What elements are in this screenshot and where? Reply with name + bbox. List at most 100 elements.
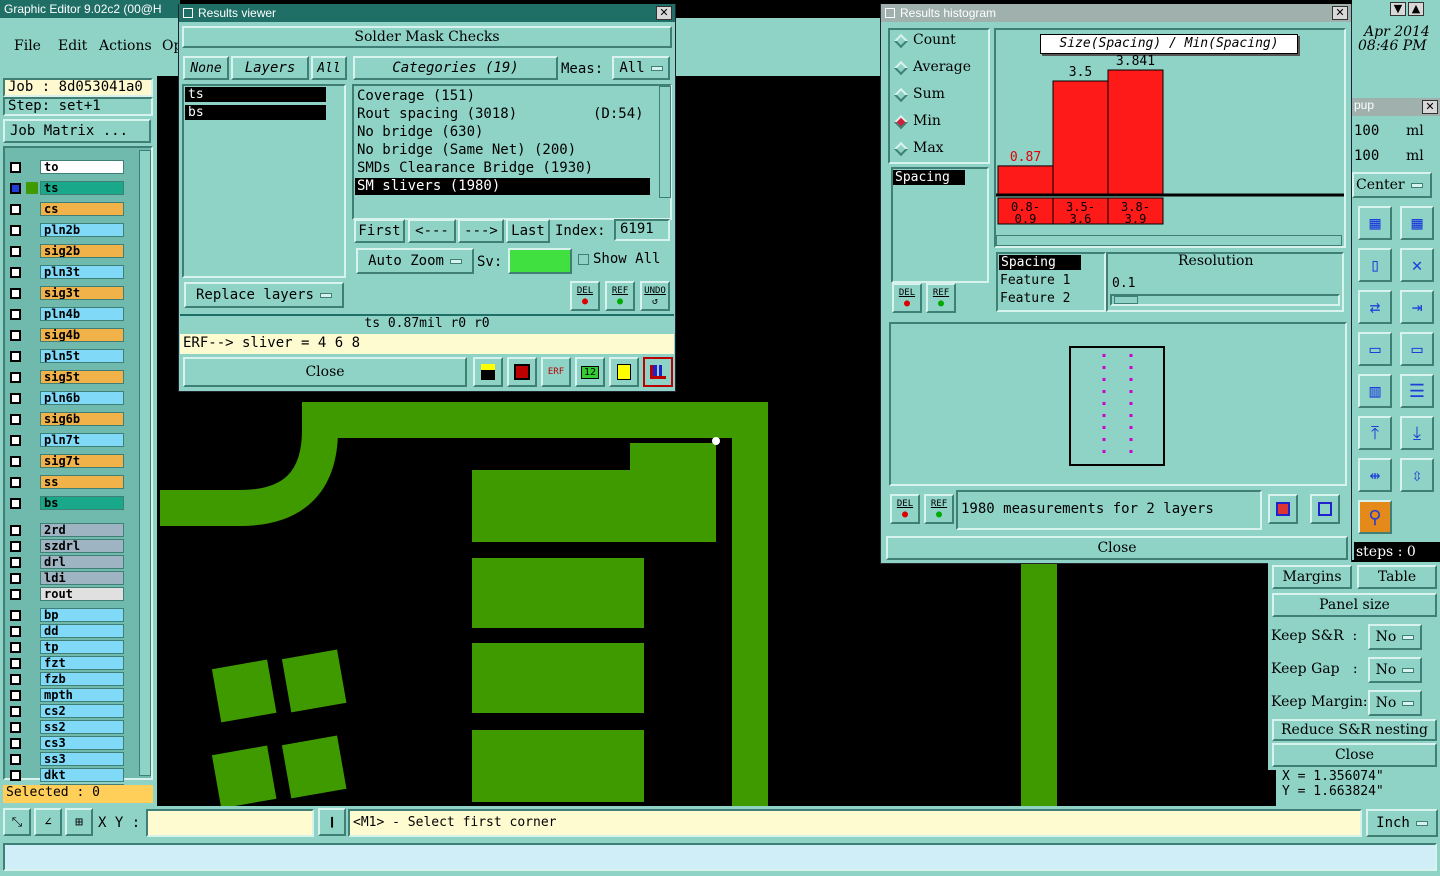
feature-2[interactable]: Feature 2 [1000,291,1070,306]
layer-item[interactable]: ss2 [40,720,124,734]
swap-icon[interactable]: ⇄ [1358,290,1392,324]
units-dropdown[interactable]: Inch [1366,809,1438,837]
layer-item[interactable]: szdrl [40,539,124,553]
histogram-close-icon[interactable]: ✕ [1332,6,1348,20]
histogram-bar[interactable] [997,165,1054,195]
layer-checkbox[interactable] [10,754,21,765]
layer-item[interactable]: cs3 [40,736,124,750]
layers-button[interactable]: Layers [231,56,309,80]
layer-item[interactable]: drl [40,555,124,569]
layer-checkbox[interactable] [10,525,21,536]
results-close-button[interactable]: Close [183,357,467,387]
layer-checkbox[interactable] [10,204,21,215]
array-a-icon[interactable]: ▭ [1358,332,1392,366]
keep-sr-dropdown[interactable]: No [1368,624,1422,650]
array-c-icon[interactable]: ▥ [1358,374,1392,408]
array-d-icon[interactable]: ☰ [1400,374,1434,408]
zoom-from-icon[interactable] [1310,494,1340,524]
layer-checkbox[interactable] [10,330,21,341]
category-item[interactable]: Coverage (151) [355,88,650,105]
layer-item[interactable]: sig4b [40,328,124,342]
categories-button[interactable]: Categories (19) [353,56,558,80]
histogram-icon[interactable] [643,357,673,387]
layer-item[interactable]: pln7t [40,433,124,447]
layer-item[interactable]: bp [40,608,124,622]
results-viewer-close-icon[interactable]: ✕ [656,6,672,20]
layer-item[interactable]: cs2 [40,704,124,718]
layer-item[interactable]: ss [40,475,124,489]
layers-none-button[interactable]: None [183,56,229,80]
layer-checkbox[interactable] [10,456,21,467]
layer-checkbox[interactable] [10,642,21,653]
first-button[interactable]: First [354,219,405,243]
layer-item[interactable]: pln4b [40,307,124,321]
category-item[interactable]: SM slivers (1980) [355,178,650,195]
margins-button[interactable]: Margins [1272,565,1352,589]
layer-item[interactable]: sig6b [40,412,124,426]
layer-item[interactable]: pln5t [40,349,124,363]
popup-close-icon[interactable]: ✕ [1422,100,1438,114]
preview-del-icon[interactable]: DEL ● [890,494,920,524]
layers-all-button[interactable]: All [311,56,347,80]
histogram-chart[interactable]: 0.870.8-0.93.53.5-3.63.8413.8-3.9 [996,30,1344,230]
undo-icon[interactable]: UNDO ↺ [640,281,670,311]
layer-item[interactable]: fzt [40,656,124,670]
layer-checkbox[interactable] [10,738,21,749]
category-item[interactable]: SMDs Clearance Bridge (1930) [355,160,650,177]
layer-checkbox[interactable] [10,722,21,733]
grid-large-icon[interactable]: ▦ [1400,206,1434,240]
layer-item[interactable]: sig3t [40,286,124,300]
preview-ref-icon[interactable]: REF ● [924,494,954,524]
layer-item[interactable]: sig7t [40,454,124,468]
grid-small-icon[interactable]: ▦ [1358,206,1392,240]
layer-checkbox[interactable] [10,162,21,173]
bar-highlight-icon[interactable] [473,357,503,387]
grid-icon[interactable]: ⊞ [65,808,93,836]
del-icon[interactable]: DEL ● [570,281,600,311]
menu-edit[interactable]: Edit [58,38,87,54]
layer-checkbox[interactable] [10,414,21,425]
layer-checkbox[interactable] [10,541,21,552]
layer-checkbox[interactable] [10,557,21,568]
layer-checkbox[interactable] [10,690,21,701]
show-all-checkbox[interactable] [578,254,589,265]
info-icon[interactable]: ❙ [318,808,346,836]
window-controls[interactable]: ▼ ▲ [1390,2,1438,16]
panel-size-button[interactable]: Panel size [1272,593,1437,617]
layer-checkbox[interactable] [10,477,21,488]
menu-file[interactable]: File [14,38,41,54]
layer-checkbox[interactable] [10,498,21,509]
layer-checkbox[interactable] [10,246,21,257]
number-icon[interactable]: 12 [575,357,605,387]
histogram-list-item[interactable]: Spacing [893,170,965,185]
layer-item[interactable]: 2rd [40,523,124,537]
resolution-slider[interactable] [1110,294,1340,306]
step-repeat-close-button[interactable]: Close [1272,743,1437,767]
layer-checkbox[interactable] [10,610,21,621]
layer-item[interactable]: ldi [40,571,124,585]
layer-checkbox[interactable] [10,770,21,781]
histogram-close-button[interactable]: Close [886,536,1348,560]
layer-item[interactable]: mpth [40,688,124,702]
layer-checkbox[interactable] [10,309,21,320]
feature-spacing[interactable]: Spacing [999,255,1081,270]
layer-item[interactable]: fzb [40,672,124,686]
hist-del-icon[interactable]: DEL ● [892,283,922,313]
layer-item[interactable]: tp [40,640,124,654]
solder-mask-checks-header[interactable]: Solder Mask Checks [182,26,672,48]
category-list-scrollbar[interactable] [659,86,671,198]
keep-margin-dropdown[interactable]: No [1368,690,1422,716]
panel-red-icon[interactable]: ▯ [1358,248,1392,282]
layer-checkbox[interactable] [10,674,21,685]
sv-color-dropdown[interactable] [508,248,572,274]
space-h-icon[interactable]: ⇹ [1358,458,1392,492]
layer-checkbox[interactable] [10,267,21,278]
keep-gap-dropdown[interactable]: No [1368,657,1422,683]
layer-select-ts[interactable]: ts [185,87,326,102]
mode-label[interactable]: Sum [913,86,945,102]
layer-checkbox[interactable] [10,626,21,637]
feature-1[interactable]: Feature 1 [1000,273,1070,288]
layer-item[interactable]: sig5t [40,370,124,384]
replace-layers-dropdown[interactable]: Replace layers [184,282,344,308]
center-dropdown[interactable]: Center [1352,172,1432,198]
